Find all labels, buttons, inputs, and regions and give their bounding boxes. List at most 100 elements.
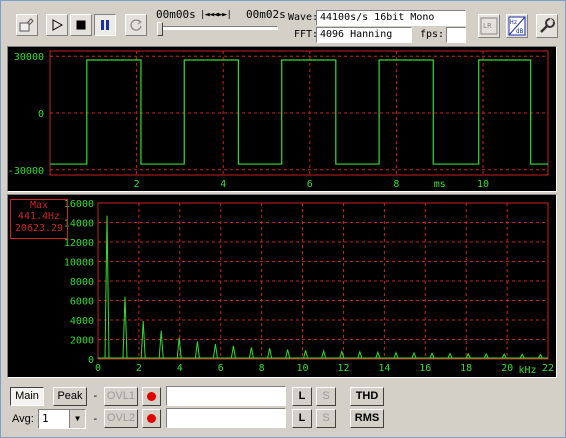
spectrum-x-tick: 20 bbox=[501, 363, 513, 374]
record2-icon[interactable] bbox=[142, 409, 161, 428]
lr-channel-icon: LR bbox=[480, 17, 498, 35]
spectrum-x-tick: 12 bbox=[337, 363, 349, 374]
record1-icon[interactable] bbox=[142, 387, 161, 406]
spectrum-plot: 16000 14000 12000 10000 8000 6000 4000 2000 00 2 4… bbox=[64, 199, 554, 376]
dash-separator-2: - bbox=[92, 412, 99, 425]
svg-text:dB: dB bbox=[516, 28, 524, 35]
spectrum-y-tick: 14000 bbox=[64, 219, 94, 230]
loop-icon bbox=[130, 19, 142, 31]
settings-button[interactable] bbox=[536, 14, 558, 38]
waveform-y-tick: 30000 bbox=[14, 52, 44, 63]
thd-button[interactable]: THD bbox=[350, 387, 384, 406]
hz-db-button[interactable]: Hz dB bbox=[506, 14, 528, 38]
waveform-x-tick: 4 bbox=[220, 179, 226, 190]
wrench-icon bbox=[540, 18, 555, 33]
waveform-y-tick: 0 bbox=[38, 109, 44, 120]
main-button[interactable]: Main bbox=[10, 387, 44, 406]
s-button-2[interactable]: S bbox=[316, 409, 336, 428]
stop-icon bbox=[76, 20, 86, 30]
spectrum-x-tick: 6 bbox=[218, 363, 224, 374]
s-button-1[interactable]: S bbox=[316, 387, 336, 406]
chevron-down-icon[interactable]: ▼ bbox=[69, 410, 85, 428]
spectrum-x-tick: 4 bbox=[177, 363, 183, 374]
spectrum-peak bbox=[140, 320, 146, 359]
spectrum-peak bbox=[248, 347, 254, 359]
spectrum-x-tick: 18 bbox=[460, 363, 472, 374]
spectrum-peak bbox=[158, 330, 164, 359]
spectrum-y-tick: 8000 bbox=[70, 277, 94, 288]
spectrum-x-tick: 14 bbox=[378, 363, 390, 374]
fps-field bbox=[446, 27, 466, 43]
peak-amplitude: 20623.29 bbox=[14, 223, 64, 234]
lr-channel-button[interactable]: LR bbox=[478, 14, 500, 38]
open-file-icon bbox=[19, 18, 34, 32]
spectrum-panel: 16000 14000 12000 10000 8000 6000 4000 2000 0 0 2 4… bbox=[7, 194, 557, 378]
peak-frequency: 441.4Hz bbox=[17, 211, 61, 222]
wave-format-field: 44100s/s 16bit Mono bbox=[316, 10, 466, 26]
waveform-x-unit: ms bbox=[434, 179, 446, 190]
play-button[interactable] bbox=[46, 14, 68, 36]
spectrum-x-tick: 10 bbox=[297, 363, 309, 374]
svg-text:Hz: Hz bbox=[510, 19, 518, 26]
spectrum-peak bbox=[465, 352, 471, 359]
spectrum-peak bbox=[375, 350, 381, 359]
spectrum-y-tick: 2000 bbox=[70, 336, 94, 347]
spectrum-peak bbox=[303, 350, 309, 359]
spectrum-peak bbox=[122, 296, 128, 359]
spectrum-x-tick: 22 bbox=[542, 363, 554, 374]
waveform-y-tick: -30000 bbox=[8, 166, 44, 177]
ovl1-button[interactable]: OVL1 bbox=[104, 387, 138, 406]
l-button-2[interactable]: L bbox=[292, 409, 312, 428]
spectrum-y-tick: 6000 bbox=[70, 297, 94, 308]
waveform-x-tick: 10 bbox=[477, 179, 489, 190]
spectrum-y-tick: 16000 bbox=[64, 199, 94, 210]
spectrum-peak bbox=[285, 349, 291, 359]
pause-icon bbox=[101, 20, 109, 30]
spectrum-peak bbox=[339, 349, 345, 359]
spectrum-x-tick: 8 bbox=[259, 363, 265, 374]
spectrum-y-tick: 12000 bbox=[64, 238, 94, 249]
waveform-x-tick: 6 bbox=[307, 179, 313, 190]
spectrum-x-tick: 0 bbox=[95, 363, 101, 374]
hz-db-icon: Hz dB bbox=[508, 16, 526, 36]
waveform-plot: 30000 0 -30000 2 4 6 8 10 ms bbox=[8, 50, 549, 190]
fps-label: fps: bbox=[420, 29, 445, 40]
level1-field[interactable] bbox=[166, 386, 286, 406]
spectrum-peak bbox=[501, 353, 507, 359]
time-end: 00m02s bbox=[246, 8, 286, 21]
play-icon bbox=[52, 19, 63, 31]
spectrum-peak bbox=[357, 350, 363, 359]
spectrum-peak bbox=[447, 352, 453, 359]
spectrum-peak bbox=[104, 215, 110, 359]
spectrum-peak bbox=[230, 345, 236, 359]
wave-label: Wave: bbox=[288, 12, 319, 23]
waveform-trace bbox=[50, 59, 548, 165]
fft-label: FFT: bbox=[294, 29, 319, 40]
peak-button[interactable]: Peak bbox=[53, 387, 87, 406]
time-start: 00m00s bbox=[156, 8, 196, 21]
svg-text:LR: LR bbox=[483, 22, 492, 30]
avg-value: 1 bbox=[42, 412, 49, 425]
peak-info-title: Max bbox=[29, 200, 49, 211]
spectrum-peak bbox=[212, 343, 218, 359]
fft-settings-field: 4096 Hanning bbox=[316, 27, 412, 43]
seek-track[interactable] bbox=[158, 26, 278, 30]
seek-transport-icon[interactable]: |◄◄◄►►| bbox=[200, 8, 232, 22]
avg-label: Avg: bbox=[12, 413, 34, 425]
open-file-button[interactable] bbox=[16, 14, 38, 36]
loop-button[interactable] bbox=[125, 14, 147, 36]
level2-field[interactable] bbox=[166, 408, 286, 428]
seek-thumb[interactable] bbox=[157, 22, 163, 36]
spectrum-x-unit: kHz bbox=[519, 365, 537, 376]
spectrum-x-tick: 16 bbox=[419, 363, 431, 374]
ovl2-button[interactable]: OVL2 bbox=[104, 409, 138, 428]
pause-button[interactable] bbox=[94, 14, 116, 36]
spectrum-peak bbox=[537, 353, 543, 359]
spectrum-peak bbox=[321, 348, 327, 359]
stop-button[interactable] bbox=[70, 14, 92, 36]
rms-button[interactable]: RMS bbox=[350, 409, 384, 428]
l-button-1[interactable]: L bbox=[292, 387, 312, 406]
avg-select[interactable]: 1 ▼ bbox=[38, 409, 86, 429]
spectrum-peak bbox=[267, 348, 273, 359]
spectrum-peak bbox=[519, 353, 525, 359]
